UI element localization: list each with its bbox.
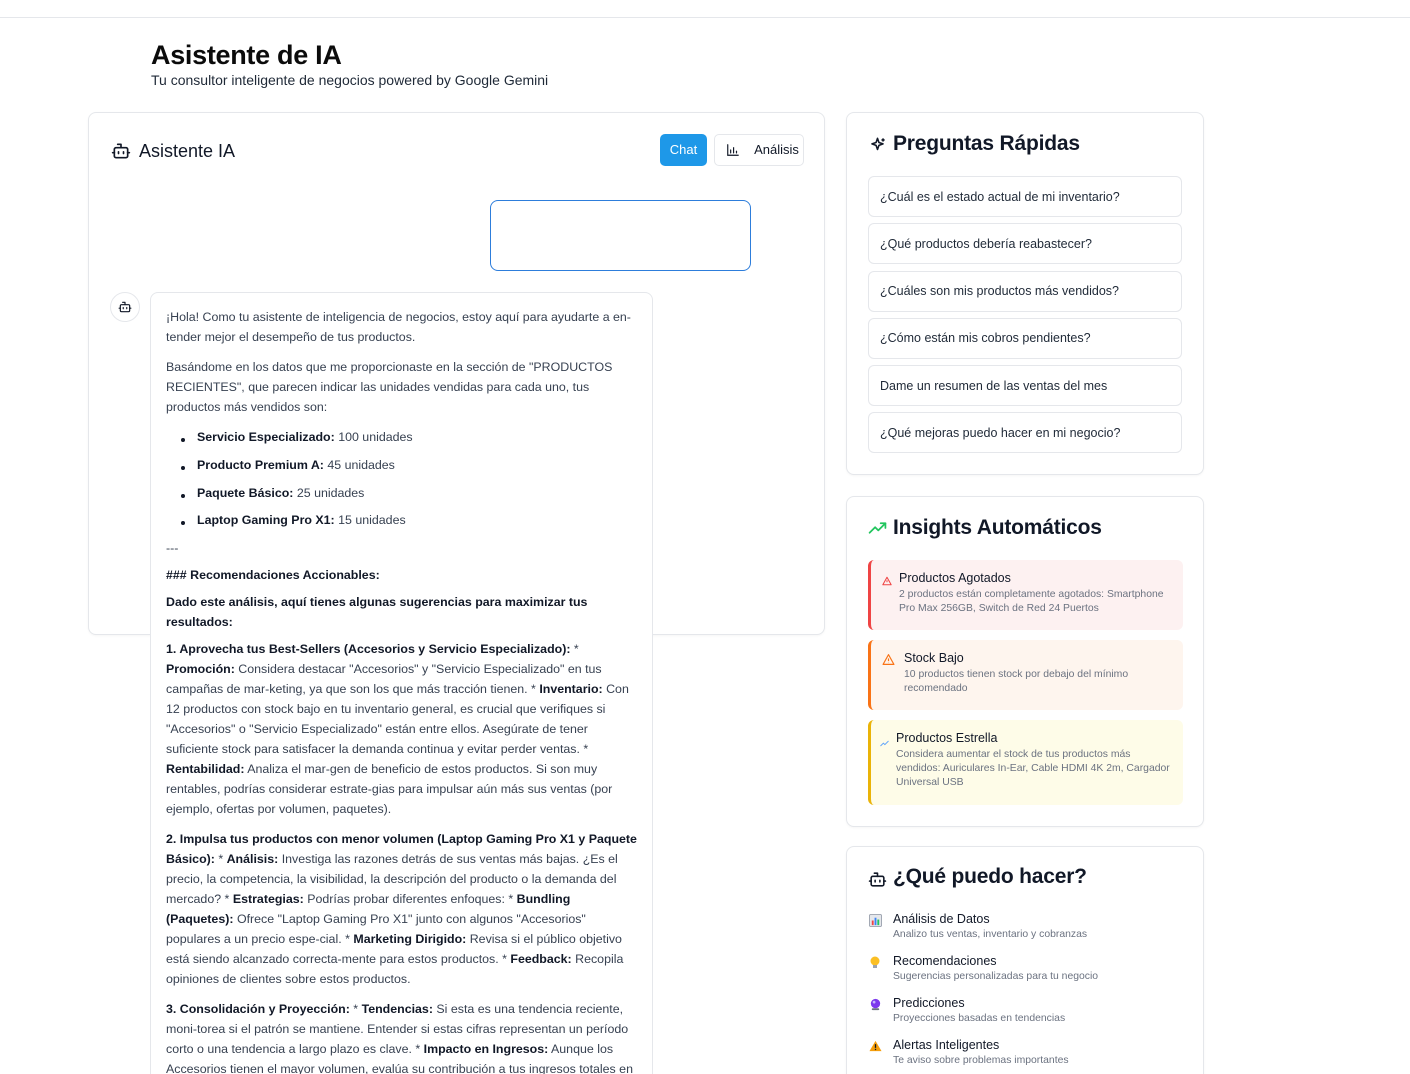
top-products-list: Servicio Especializado: 100 unidades Pro… xyxy=(166,427,638,530)
alert-triangle-icon xyxy=(882,653,895,671)
insight-title: Productos Estrella xyxy=(896,731,998,745)
capability-title: Alertas Inteligentes xyxy=(893,1038,1000,1052)
capability-description: Te aviso sobre problemas importantes xyxy=(893,1055,1069,1066)
tab-analysis[interactable]: Análisis xyxy=(714,134,804,166)
bot-icon xyxy=(868,870,887,894)
quick-question-collections[interactable]: ¿Cómo están mis cobros pendientes? xyxy=(868,317,1182,359)
quick-question-improvements[interactable]: ¿Qué mejoras puedo hacer en mi negocio? xyxy=(868,412,1182,454)
sparkles-icon xyxy=(868,136,887,160)
list-item: Paquete Básico: 25 unidades xyxy=(166,483,638,503)
bot-paragraph: Basándome en los datos que me proporcion… xyxy=(166,360,613,414)
recommendations-heading: ### Recomendaciones Accionables: xyxy=(166,568,380,583)
quick-questions-panel: Preguntas Rápidas ¿Cuál es el estado act… xyxy=(846,112,1204,475)
quick-question-sales-summary[interactable]: Dame un resumen de las ventas del mes xyxy=(868,365,1182,407)
top-divider xyxy=(0,17,1410,18)
insight-title: Stock Bajo xyxy=(904,651,964,665)
insight-out-of-stock: Productos Agotados 2 productos están com… xyxy=(868,560,1183,630)
capability-description: Sugerencias personalizadas para tu negoc… xyxy=(893,971,1099,982)
alert-triangle-icon xyxy=(882,573,892,591)
user-message-bubble xyxy=(490,200,751,271)
bot-message-bubble: ¡Hola! Como tu asistente de inteligencia… xyxy=(150,292,653,1074)
quick-question-restock[interactable]: ¿Qué productos debería reabastecer? xyxy=(868,223,1182,265)
capability-title: Predicciones xyxy=(893,996,965,1010)
list-item: Servicio Especializado: 100 unidades xyxy=(166,427,638,447)
insight-star-products: Productos Estrella Considera aumentar el… xyxy=(868,720,1183,805)
warning-emoji-icon xyxy=(869,1040,883,1054)
quick-questions-title: Preguntas Rápidas xyxy=(893,132,1080,155)
bot-avatar-icon xyxy=(118,301,132,313)
capability-description: Analizo tus ventas, inventario y cobranz… xyxy=(893,929,1088,940)
insights-title: Insights Automáticos xyxy=(893,516,1102,539)
bar-chart-icon xyxy=(727,144,739,156)
recommendations-lead: Dado este análisis, aquí tienes algunas … xyxy=(166,595,588,630)
tab-analysis-label: Análisis xyxy=(754,142,799,157)
capability-title: Análisis de Datos xyxy=(893,912,990,926)
trending-up-icon xyxy=(868,521,887,540)
insight-description: Considera aumentar el stock de tus produ… xyxy=(896,749,1170,788)
insights-panel: Insights Automáticos Productos Agotados … xyxy=(846,496,1204,827)
bar-chart-emoji-icon xyxy=(869,914,883,928)
capabilities-title: ¿Qué puedo hacer? xyxy=(893,865,1087,888)
recommendation-2: 2. Impulsa tus productos con menor volum… xyxy=(166,832,637,987)
page-subtitle: Tu consultor inteligente de negocios pow… xyxy=(151,72,549,88)
quick-questions-list: ¿Cuál es el estado actual de mi inventar… xyxy=(868,176,1183,460)
recommendation-1: 1. Aprovecha tus Best-Sellers (Accesorio… xyxy=(166,642,629,817)
bot-icon xyxy=(111,141,131,161)
recommendation-3: 3. Consolidación y Proyección: * Tendenc… xyxy=(166,1002,633,1074)
capability-description: Proyecciones basadas en tendencias xyxy=(893,1013,1066,1024)
quick-question-inventory[interactable]: ¿Cuál es el estado actual de mi inventar… xyxy=(868,176,1182,217)
lightbulb-emoji-icon xyxy=(869,956,883,970)
crystal-ball-emoji-icon xyxy=(869,998,883,1012)
chat-title: Asistente IA xyxy=(139,141,236,161)
quick-question-best-sellers[interactable]: ¿Cuáles son mis productos más vendidos? xyxy=(868,270,1182,312)
list-item: Producto Premium A: 45 unidades xyxy=(166,455,638,475)
insight-title: Productos Agotados xyxy=(899,571,1011,585)
capabilities-panel: ¿Qué puedo hacer? Análisis de Datos Anal… xyxy=(846,846,1204,1074)
page-title: Asistente de IA xyxy=(151,40,342,70)
trending-up-small-icon xyxy=(880,734,889,752)
bot-intro: ¡Hola! Como tu asistente de inteligencia… xyxy=(166,310,631,344)
tab-chat[interactable]: Chat xyxy=(660,134,707,166)
insight-description: 2 productos están completamente agotados… xyxy=(899,589,1164,614)
insight-description: 10 productos tienen stock por debajo del… xyxy=(904,669,1129,694)
bot-avatar xyxy=(110,292,140,322)
list-item: Laptop Gaming Pro X1: 15 unidades xyxy=(166,510,638,530)
separator-text: --- xyxy=(166,541,179,556)
capability-title: Recomendaciones xyxy=(893,954,997,968)
insight-low-stock: Stock Bajo 10 productos tienen stock por… xyxy=(868,640,1183,710)
